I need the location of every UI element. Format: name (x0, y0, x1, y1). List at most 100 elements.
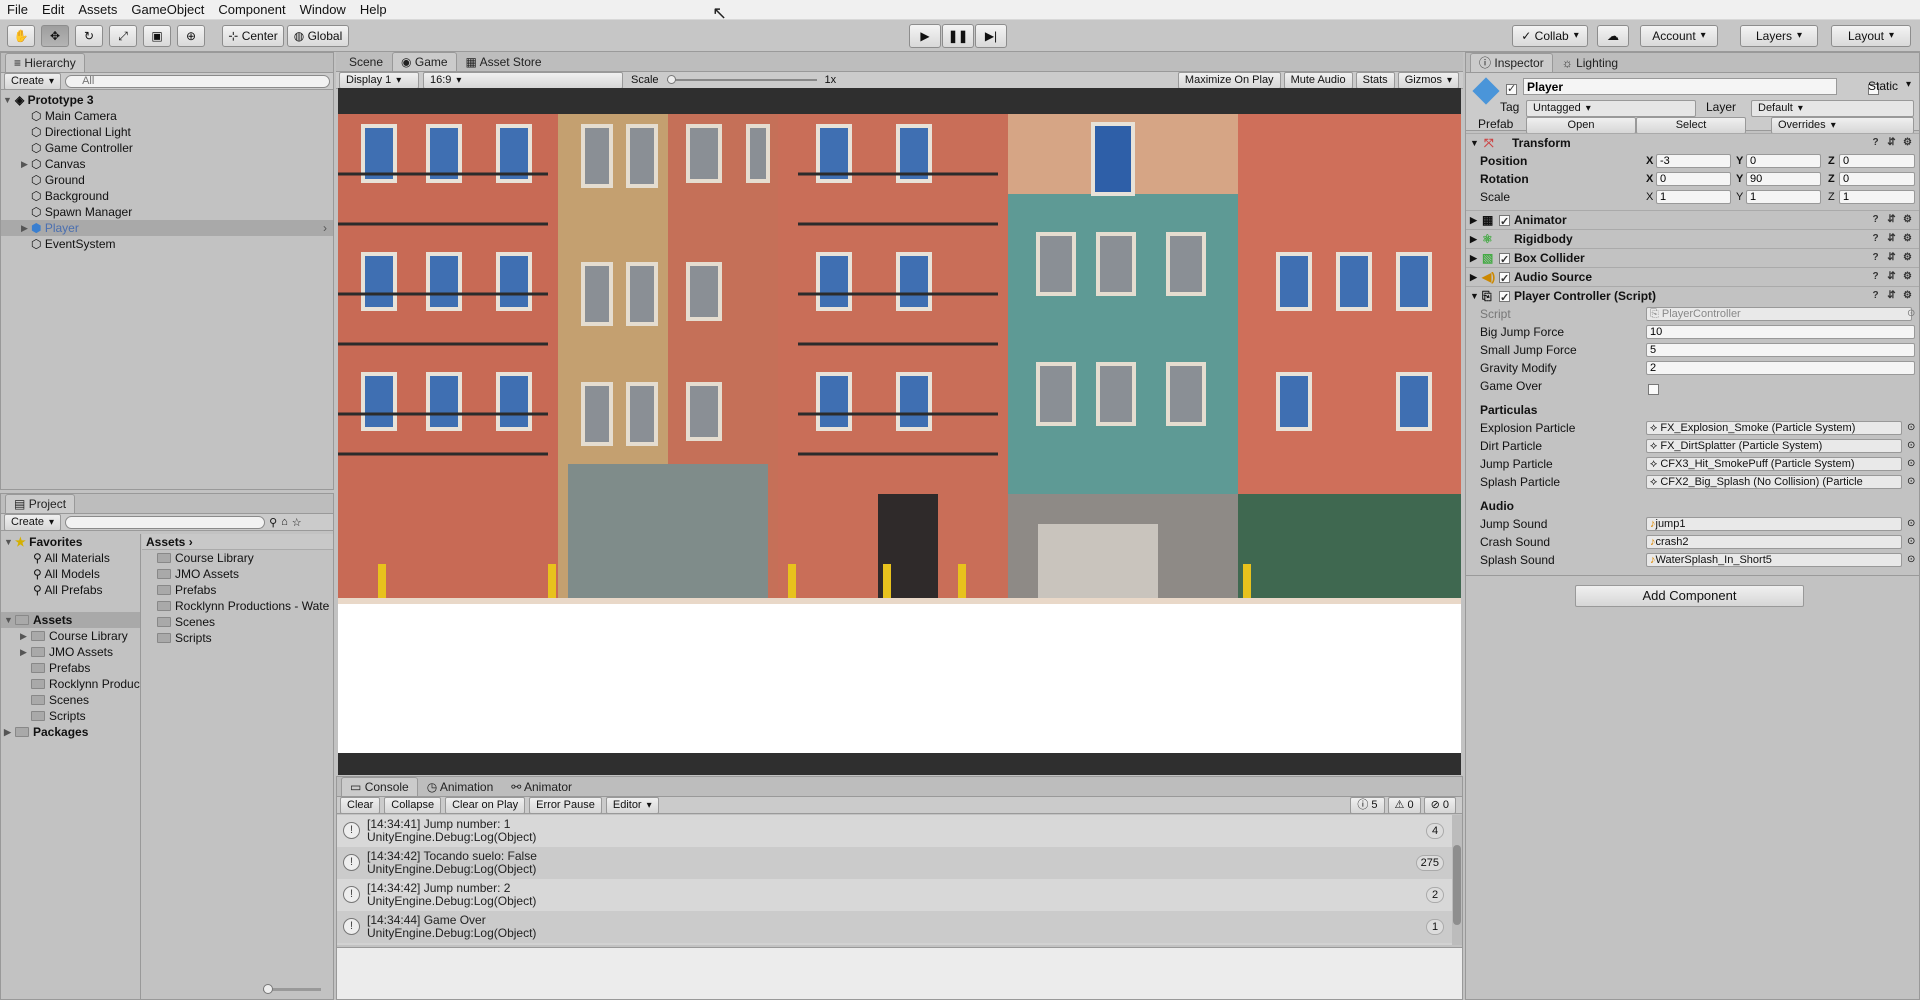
expand-arrow-icon[interactable]: ▶ (21, 156, 28, 172)
menu-component[interactable]: Component (211, 0, 292, 20)
preset-icon[interactable]: ⇵ (1886, 290, 1897, 301)
object-picker-icon[interactable]: ⊙ (1907, 515, 1915, 533)
menu-gameobject[interactable]: GameObject (124, 0, 211, 20)
tab-scene[interactable]: Scene (340, 52, 392, 71)
star-icon[interactable]: ☆ (292, 516, 302, 529)
object-picker-icon[interactable]: ⊙ (1907, 473, 1915, 491)
scale-y-field[interactable] (1746, 190, 1821, 204)
object-picker-icon[interactable]: ⊙ (1907, 419, 1915, 437)
preset-icon[interactable]: ⇵ (1886, 252, 1897, 263)
favorite-all-materials[interactable]: ⚲ All Materials (1, 550, 140, 566)
rotation-x-field[interactable] (1656, 172, 1731, 186)
aspect-dropdown[interactable]: 16:9 (423, 71, 623, 89)
pivot-global-button[interactable]: ◍ Global (287, 25, 349, 47)
gear-icon[interactable]: ⚙ (1902, 252, 1913, 263)
asset-folder-course-library[interactable]: ▶ Course Library (1, 628, 140, 644)
list-item[interactable]: Scripts (142, 630, 333, 646)
asset-folder-scenes[interactable]: Scenes (1, 692, 140, 708)
scale-x-field[interactable] (1656, 190, 1731, 204)
layout-dropdown[interactable]: Layout (1831, 25, 1911, 47)
prefab-open-button[interactable]: Open (1526, 117, 1636, 134)
box-collider-header[interactable]: ▶ ▧ Box Collider ? ⇵ ⚙ (1466, 248, 1919, 270)
project-create-button[interactable]: Create (4, 513, 62, 531)
gear-icon[interactable]: ⚙ (1902, 271, 1913, 282)
scale-slider[interactable] (666, 75, 817, 84)
object-picker-icon[interactable]: ⊙ (1907, 437, 1915, 455)
clear-button[interactable]: Clear (340, 796, 381, 814)
layers-dropdown[interactable]: Layers (1740, 25, 1818, 47)
position-z-field[interactable] (1839, 154, 1915, 168)
asset-folder-jmo-assets[interactable]: ▶ JMO Assets (1, 644, 140, 660)
slider-handle[interactable] (666, 75, 676, 84)
game-viewport[interactable] (338, 88, 1461, 775)
assets-row[interactable]: ▼ Assets (1, 612, 140, 628)
hand-tool-icon[interactable]: ✋ (7, 25, 35, 47)
splash-sound-field[interactable]: ♪WaterSplash_In_Short5 (1646, 553, 1902, 567)
tab-hierarchy[interactable]: ≡ Hierarchy (5, 53, 85, 72)
tab-animation[interactable]: ◷ Animation (418, 777, 503, 796)
favorites-row[interactable]: ▼ ★ Favorites (1, 534, 140, 550)
rotation-y-field[interactable] (1746, 172, 1821, 186)
console-scrollbar[interactable] (1452, 815, 1462, 945)
chevron-down-icon[interactable]: ▾ (1906, 79, 1911, 90)
clear-on-play-toggle[interactable]: Clear on Play (445, 796, 526, 814)
transform-header[interactable]: ▼ ⤧ Transform ? ⇵ ⚙ (1466, 133, 1919, 152)
position-x-field[interactable] (1656, 154, 1731, 168)
hierarchy-item-ground[interactable]: ⬡ Ground (1, 172, 333, 188)
animator-header[interactable]: ▶ ▦ Animator ? ⇵ ⚙ (1466, 210, 1919, 232)
tab-project[interactable]: ▤ Project (5, 494, 76, 513)
rigidbody-header[interactable]: ▶ ⚛ Rigidbody ? ⇵ ⚙ (1466, 229, 1919, 248)
chevron-right-icon[interactable]: › (323, 220, 327, 236)
slider-handle[interactable] (263, 984, 273, 994)
collapse-toggle[interactable]: Collapse (384, 796, 442, 814)
big-jump-force-field[interactable] (1646, 325, 1915, 339)
help-icon[interactable]: ? (1870, 214, 1881, 225)
tab-lighting[interactable]: ☼ Lighting (1553, 53, 1627, 72)
hierarchy-create-button[interactable]: Create (4, 72, 62, 90)
rotate-tool-icon[interactable]: ↻ (75, 25, 103, 47)
preset-icon[interactable]: ⇵ (1886, 214, 1897, 225)
scene-row[interactable]: ▼ ◈ Prototype 3 (1, 92, 333, 108)
preset-icon[interactable]: ⇵ (1886, 271, 1897, 282)
object-name-field[interactable] (1523, 78, 1837, 95)
component-enabled-checkbox[interactable] (1499, 270, 1510, 289)
move-tool-icon[interactable]: ✥ (41, 25, 69, 47)
menu-file[interactable]: File (0, 0, 35, 20)
play-button[interactable]: ▶ (909, 24, 941, 48)
breadcrumb-assets[interactable]: Assets (146, 535, 185, 549)
favorite-all-prefabs[interactable]: ⚲ All Prefabs (1, 582, 140, 598)
audio-source-header[interactable]: ▶ ◀) Audio Source ? ⇵ ⚙ (1466, 267, 1919, 289)
filter-type-icon[interactable]: ⚲ (269, 516, 277, 529)
transform-tool-icon[interactable]: ⊕ (177, 25, 205, 47)
small-jump-force-field[interactable] (1646, 343, 1915, 357)
error-filter-toggle[interactable]: ⊘ 0 (1423, 796, 1456, 814)
tab-asset-store[interactable]: ▦ Asset Store (457, 52, 551, 71)
gear-icon[interactable]: ⚙ (1902, 137, 1913, 148)
crash-sound-field[interactable]: ♪crash2 (1646, 535, 1902, 549)
scale-tool-icon[interactable]: ⤢ (109, 25, 137, 47)
display-dropdown[interactable]: Display 1 (339, 71, 419, 89)
help-icon[interactable]: ? (1870, 290, 1881, 301)
active-checkbox[interactable] (1506, 82, 1517, 96)
hierarchy-item-player[interactable]: ▶ ⬢ Player › (1, 220, 333, 236)
component-enabled-checkbox[interactable] (1499, 251, 1510, 270)
expand-arrow-icon[interactable]: ▶ (1470, 230, 1477, 249)
expand-arrow-icon[interactable]: ▼ (4, 534, 13, 550)
tag-dropdown[interactable]: Untagged (1526, 100, 1696, 117)
pivot-center-button[interactable]: ⊹ Center (222, 25, 284, 47)
expand-arrow-icon[interactable]: ▼ (3, 92, 12, 108)
expand-arrow-icon[interactable]: ▶ (20, 628, 27, 644)
expand-arrow-icon[interactable]: ▼ (1470, 134, 1479, 153)
tab-animator[interactable]: ⚯ Animator (502, 777, 581, 796)
rect-tool-icon[interactable]: ▣ (143, 25, 171, 47)
asset-folder-rocklynn[interactable]: Rocklynn Productions - Wate (1, 676, 140, 692)
menu-window[interactable]: Window (293, 0, 353, 20)
dirt-particle-field[interactable]: ⟡ FX_DirtSplatter (Particle System) (1646, 439, 1902, 453)
expand-arrow-icon[interactable]: ▶ (1470, 268, 1477, 287)
log-row[interactable]: ! [14:34:44] Game Over UnityEngine.Debug:L… (337, 911, 1452, 943)
component-enabled-checkbox[interactable] (1499, 213, 1510, 232)
help-icon[interactable]: ? (1870, 271, 1881, 282)
favorite-all-models[interactable]: ⚲ All Models (1, 566, 140, 582)
layer-dropdown[interactable]: Default (1751, 100, 1914, 117)
expand-arrow-icon[interactable]: ▶ (21, 220, 28, 236)
